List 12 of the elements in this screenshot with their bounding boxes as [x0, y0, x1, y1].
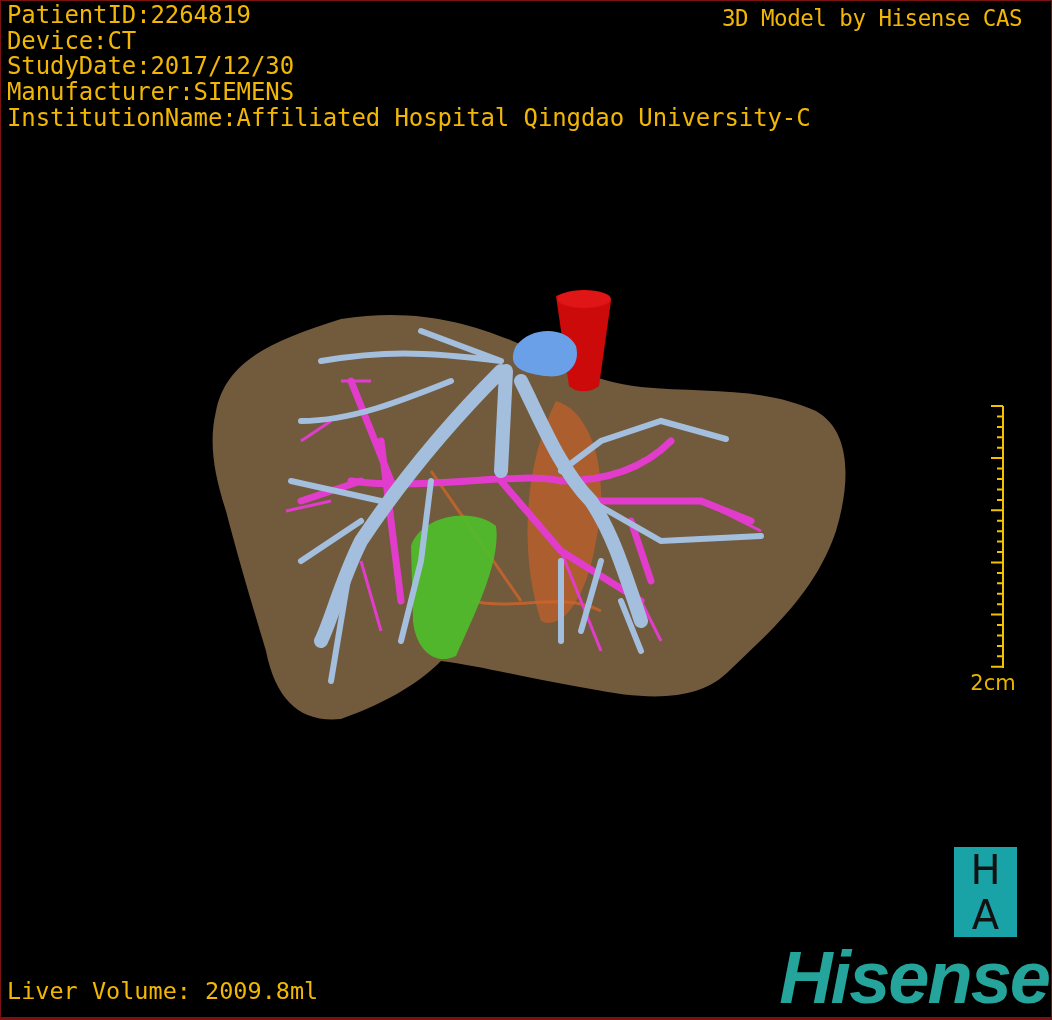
- info-text: Device:CT: [7, 28, 137, 55]
- info-text: StudyDate:2017/12/30: [7, 54, 294, 81]
- orientation-letter: A: [971, 894, 1000, 935]
- brand-logo: Hisense: [779, 945, 1049, 1011]
- orientation-letter: H: [970, 849, 1001, 890]
- scale-label: 2cm: [970, 671, 1016, 695]
- info-text: InstitutionName:Affiliated Hospital Qingdao University-C: [7, 105, 811, 132]
- liver-volume-text: Liver Volume: 2009.8ml: [7, 977, 319, 1005]
- info-text: PatientID:2264819: [7, 3, 251, 29]
- scale-ruler-icon: [991, 405, 1004, 669]
- info-text: Manufacturer:SIEMENS: [7, 80, 294, 106]
- viewer-title: 3D Model by Hisense CAS: [721, 4, 1022, 32]
